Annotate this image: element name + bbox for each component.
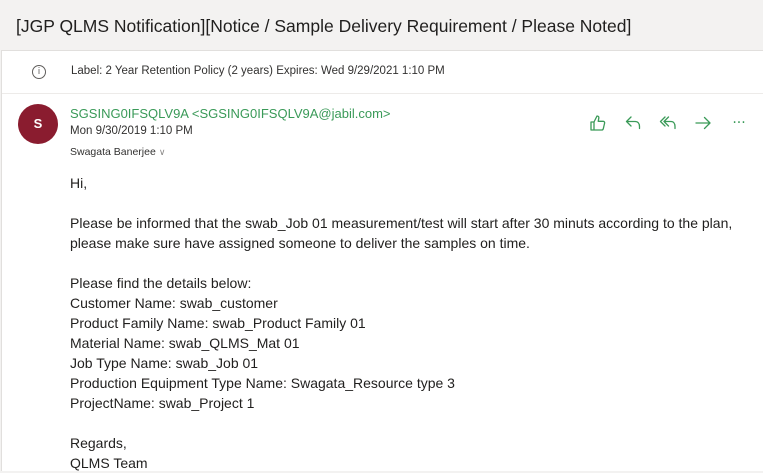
detail-line: Production Equipment Type Name: Swagata_… xyxy=(70,375,455,391)
signature: QLMS Team xyxy=(70,455,148,471)
email-subject: [JGP QLMS Notification][Notice / Sample … xyxy=(16,16,632,36)
forward-icon xyxy=(695,116,711,130)
reply-all-icon xyxy=(659,116,676,130)
forward-button[interactable] xyxy=(693,113,713,133)
like-button[interactable] xyxy=(588,113,608,133)
body-paragraph: Please be informed that the swab_Job 01 … xyxy=(70,215,733,251)
detail-line: Customer Name: swab_customer xyxy=(70,295,278,311)
thumbs-up-icon xyxy=(590,115,606,131)
more-actions-button[interactable]: ··· xyxy=(729,113,749,133)
more-icon: ··· xyxy=(732,115,746,131)
sent-date: Mon 9/30/2019 1:10 PM xyxy=(70,125,193,137)
reply-all-button[interactable] xyxy=(658,113,678,133)
closing: Regards, xyxy=(70,435,127,451)
recipient-name: Swagata Banerjee xyxy=(70,146,156,158)
message-actions: ··· xyxy=(588,113,758,133)
sender-avatar[interactable]: S xyxy=(18,104,58,144)
details-intro: Please find the details below: xyxy=(70,275,252,291)
subject-bar: [JGP QLMS Notification][Notice / Sample … xyxy=(0,0,763,50)
reply-icon xyxy=(625,116,641,130)
message-card: i Label: 2 Year Retention Policy (2 year… xyxy=(1,50,763,471)
retention-label-bar: i Label: 2 Year Retention Policy (2 year… xyxy=(2,51,763,94)
detail-line: Job Type Name: swab_Job 01 xyxy=(70,355,259,371)
sender-name[interactable]: SGSING0IFSQLV9A <SGSING0IFSQLV9A@jabil.c… xyxy=(70,106,391,121)
reply-button[interactable] xyxy=(623,113,643,133)
detail-line: ProjectName: swab_Project 1 xyxy=(70,395,255,411)
recipient[interactable]: Swagata Banerjee ∨ xyxy=(70,146,165,158)
greeting: Hi, xyxy=(70,175,88,191)
detail-line: Material Name: swab_QLMS_Mat 01 xyxy=(70,335,300,351)
retention-label-text: Label: 2 Year Retention Policy (2 years)… xyxy=(71,65,445,77)
detail-line: Product Family Name: swab_Product Family… xyxy=(70,315,366,331)
info-icon: i xyxy=(32,65,46,79)
chevron-down-icon[interactable]: ∨ xyxy=(159,147,166,157)
message-body: Hi, Please be informed that the swab_Job… xyxy=(70,173,755,473)
